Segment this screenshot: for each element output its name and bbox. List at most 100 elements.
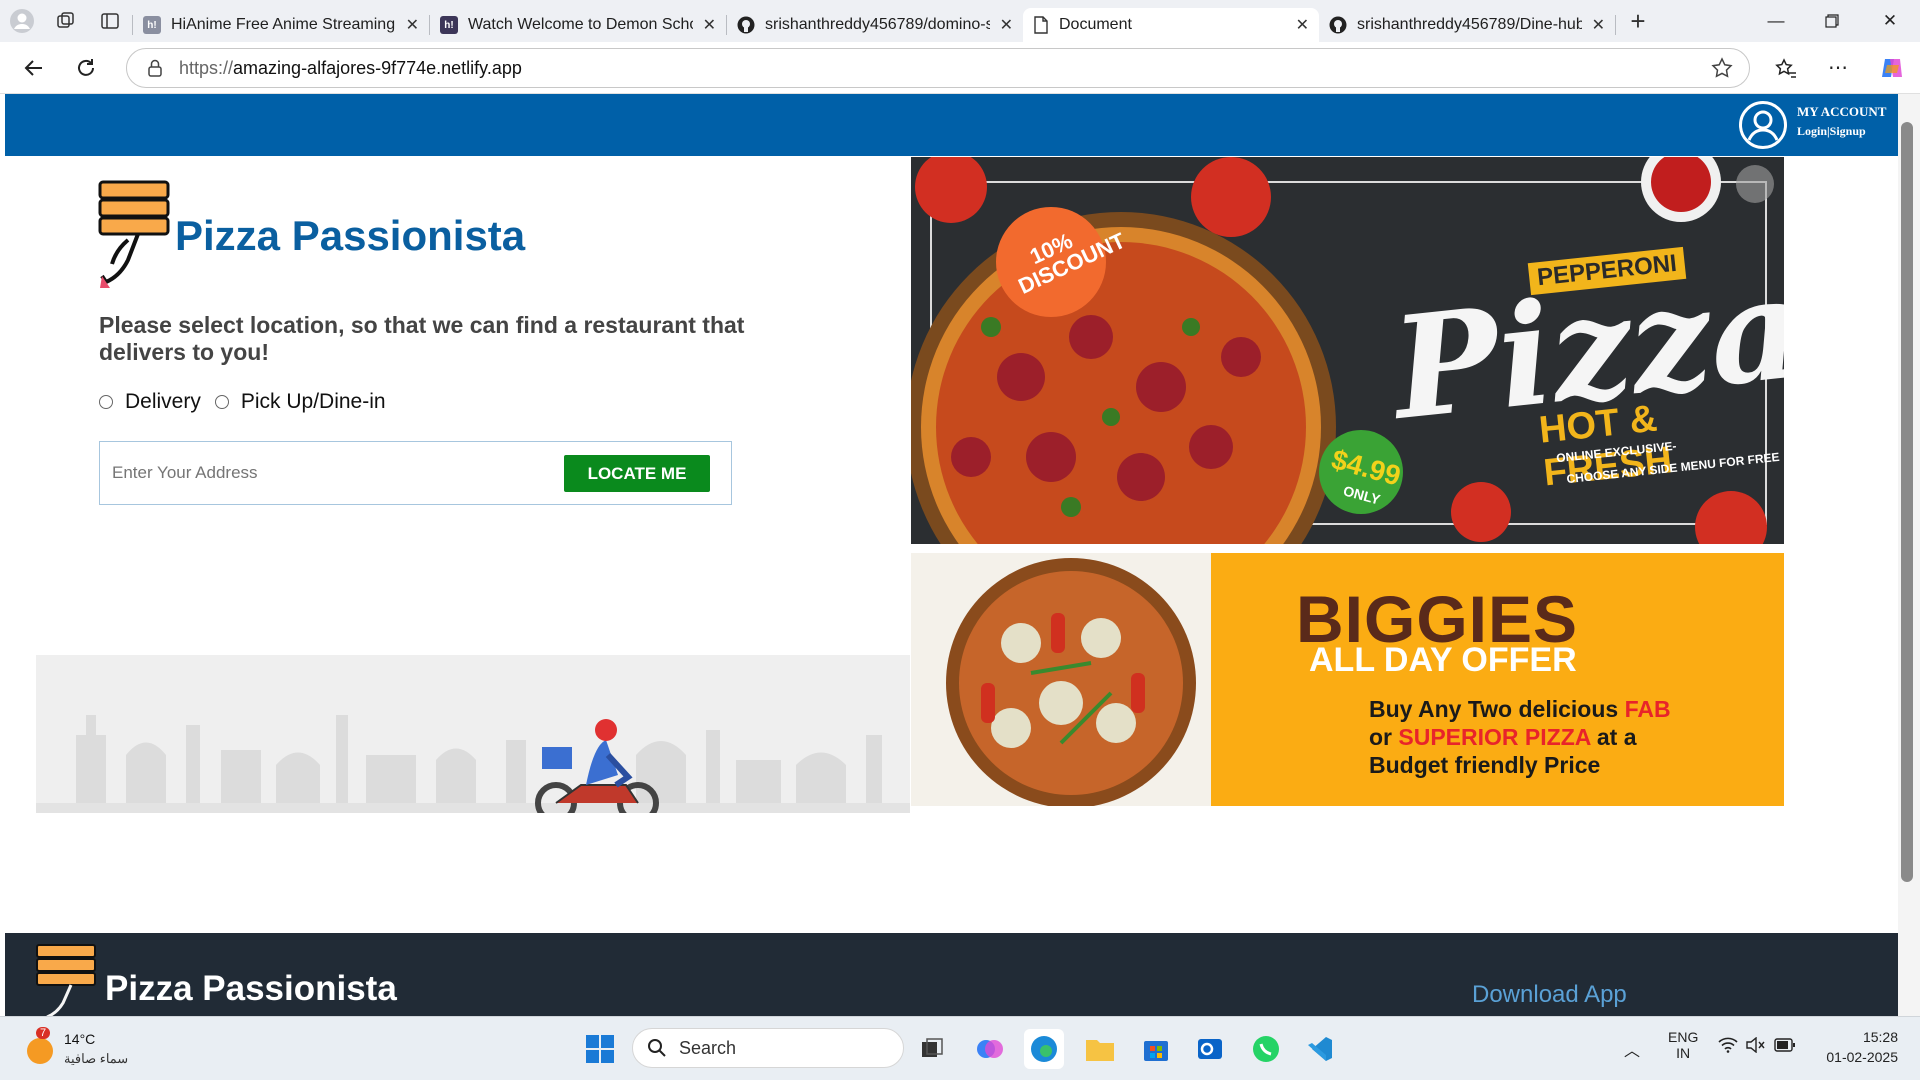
close-window-icon[interactable]: ✕ (1862, 0, 1918, 42)
brand-title: Pizza Passionista (175, 212, 526, 259)
url-host: amazing-alfajores-9f774e.netlify.app (233, 57, 522, 78)
vscode-icon[interactable] (1300, 1029, 1340, 1069)
footer-brand: Pizza Passionista (105, 969, 397, 1008)
start-windows-icon[interactable] (580, 1029, 620, 1069)
offer-line-1: Buy Any Two delicious (1369, 696, 1625, 722)
show-hidden-icons-chevron-icon[interactable]: ︿ (1624, 1037, 1640, 1061)
offer-line-3: Budget friendly Price (1369, 752, 1601, 778)
tab-document[interactable]: Document ✕ (1023, 8, 1319, 42)
edge-icon[interactable] (1024, 1029, 1064, 1069)
favorites-icon[interactable] (1760, 42, 1812, 94)
biggies-offer-banner: BIGGIES ALL DAY OFFER Buy Any Two delici… (911, 553, 1784, 806)
github-icon (737, 16, 755, 34)
account-avatar-icon[interactable] (1739, 101, 1787, 149)
url-scheme: https:// (179, 57, 234, 78)
address-bar[interactable]: https://amazing-alfajores-9f774e.netlify… (126, 48, 1750, 88)
visual-search-icon[interactable] (1736, 165, 1774, 203)
profile-icon[interactable] (0, 0, 44, 42)
wifi-icon[interactable] (1718, 1037, 1738, 1058)
copilot-app-icon[interactable] (970, 1029, 1010, 1069)
input-language[interactable]: ENG IN (1668, 1029, 1698, 1061)
battery-icon[interactable] (1774, 1038, 1796, 1057)
tab-github-domino[interactable]: srishanthreddy456789/domino-s ✕ (727, 8, 1023, 42)
taskbar-search[interactable]: Search (632, 1028, 904, 1068)
language-code: ENG (1668, 1029, 1699, 1045)
document-icon (1034, 16, 1048, 34)
refresh-icon[interactable] (60, 42, 112, 94)
offer-description: Buy Any Two delicious FAB or SUPERIOR PI… (1369, 695, 1671, 779)
new-tab-icon[interactable]: + (1616, 0, 1660, 42)
order-type-options: Delivery Pick Up/Dine-in (99, 390, 386, 414)
locate-me-button[interactable]: LOCATE ME (564, 455, 710, 492)
city-skyline-illustration (36, 715, 910, 813)
system-clock[interactable]: 15:28 01-02-2025 (1818, 1029, 1898, 1065)
footer-logo-icon (36, 944, 96, 1016)
clock-date: 01-02-2025 (1826, 1049, 1898, 1065)
file-explorer-icon[interactable] (1080, 1029, 1120, 1069)
site-footer: Pizza Passionista Download App (5, 933, 1898, 1016)
volume-muted-icon[interactable] (1746, 1036, 1766, 1058)
delivery-label[interactable]: Delivery (125, 390, 201, 414)
restore-icon[interactable] (1804, 0, 1860, 42)
browser-tab-bar: h! HiAnime Free Anime Streaming H ✕ h! W… (0, 0, 1920, 42)
scrollbar-thumb[interactable] (1901, 122, 1913, 882)
weather-badge: 7 (36, 1027, 51, 1039)
tab-hianime[interactable]: h! HiAnime Free Anime Streaming H ✕ (133, 8, 429, 42)
pickup-label[interactable]: Pick Up/Dine-in (241, 390, 386, 414)
address-input[interactable] (112, 460, 532, 486)
delivery-radio[interactable] (99, 395, 113, 409)
workspaces-icon[interactable] (44, 0, 88, 42)
offer-line-2: or (1369, 724, 1399, 750)
close-tab-icon[interactable]: ✕ (703, 15, 716, 35)
address-search-box: LOCATE ME (99, 441, 732, 505)
search-label: Search (679, 1037, 737, 1058)
superior-pizza-highlight: SUPERIOR PIZZA (1398, 724, 1591, 750)
tab-watch-demon-school[interactable]: h! Watch Welcome to Demon Schoo ✕ (430, 8, 726, 42)
download-app-link[interactable]: Download App (1472, 981, 1627, 1009)
minimize-icon[interactable]: — (1748, 0, 1804, 42)
search-icon (648, 1039, 666, 1057)
lock-icon[interactable] (147, 59, 163, 77)
close-tab-icon[interactable]: ✕ (1592, 15, 1605, 35)
fab-highlight: FAB (1624, 696, 1671, 722)
close-tab-icon[interactable]: ✕ (406, 15, 419, 35)
pepperoni-pizza-banner: 10% DISCOUNT PEPPERONI Pizza HOT & FRESH… (911, 157, 1784, 544)
favorite-star-icon[interactable] (1711, 57, 1733, 79)
my-account-label[interactable]: MY ACCOUNT (1797, 104, 1886, 120)
vertical-tabs-icon[interactable] (88, 0, 132, 42)
github-icon (1329, 16, 1347, 34)
weather-icon[interactable]: 7 (22, 1027, 58, 1067)
weather-description[interactable]: سماء صافية (64, 1051, 128, 1067)
all-day-offer-label: ALL DAY OFFER (1309, 641, 1577, 679)
hianime-favicon-icon: h! (143, 16, 161, 34)
delivery-illustration (36, 655, 910, 813)
tab-title: Document (1059, 16, 1132, 33)
location-headline: Please select location, so that we can f… (99, 312, 745, 365)
tab-title: srishanthreddy456789/domino-s (765, 16, 990, 33)
windows-taskbar: 7 14°C سماء صافية Search ︿ ENG IN 15:28 … (0, 1016, 1920, 1080)
hianime-favicon-icon: h! (440, 16, 458, 34)
close-tab-icon[interactable]: ✕ (1296, 15, 1309, 35)
weather-temperature[interactable]: 14°C (64, 1031, 95, 1047)
pickup-radio[interactable] (214, 395, 229, 409)
tab-title: Watch Welcome to Demon Schoo (468, 16, 693, 33)
region-code: IN (1676, 1045, 1691, 1061)
microsoft-store-icon[interactable] (1136, 1029, 1176, 1069)
top-navigation-bar: MY ACCOUNT Login|Signup (5, 94, 1898, 156)
web-page: MY ACCOUNT Login|Signup Pizza Passionist… (5, 94, 1898, 1016)
task-view-icon[interactable] (912, 1029, 952, 1069)
tab-github-dinehub[interactable]: srishanthreddy456789/Dine-hub ✕ (1319, 8, 1615, 42)
close-tab-icon[interactable]: ✕ (1000, 15, 1013, 35)
address-toolbar: https://amazing-alfajores-9f774e.netlify… (0, 42, 1920, 94)
tab-title: srishanthreddy456789/Dine-hub (1357, 16, 1582, 33)
tab-title: HiAnime Free Anime Streaming H (171, 16, 396, 33)
back-icon[interactable] (8, 42, 60, 94)
outlook-icon[interactable] (1190, 1029, 1230, 1069)
pizza-passionista-logo (98, 180, 170, 288)
login-signup-link[interactable]: Login|Signup (1797, 124, 1866, 139)
offer-line-2-end: at a (1590, 724, 1637, 750)
copilot-icon[interactable] (1866, 42, 1918, 94)
more-options-icon[interactable]: ⋯ (1812, 42, 1864, 94)
whatsapp-icon[interactable] (1246, 1029, 1286, 1069)
clock-time: 15:28 (1862, 1029, 1898, 1045)
